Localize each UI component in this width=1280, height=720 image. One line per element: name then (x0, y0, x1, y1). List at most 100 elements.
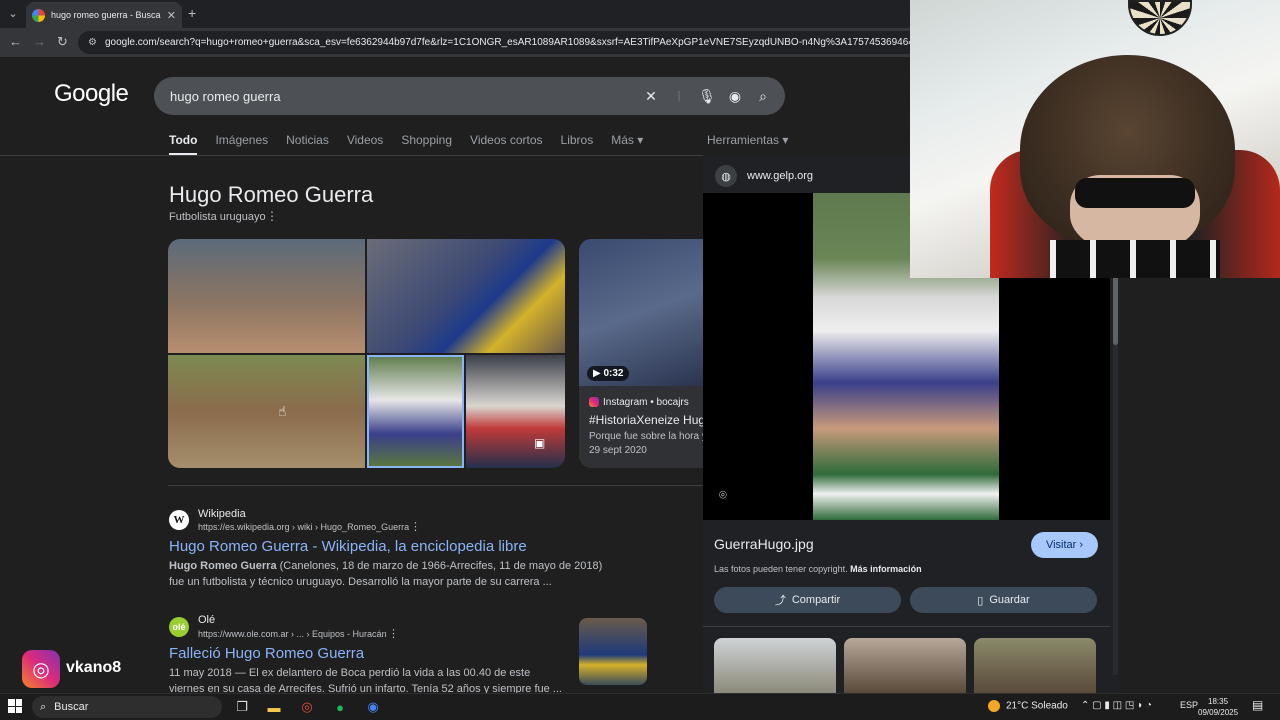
instagram-icon (589, 397, 599, 408)
clock[interactable]: 18:35 09/09/2025 (1198, 696, 1238, 718)
result-title[interactable]: Falleció Hugo Romeo Guerra (169, 645, 364, 662)
obs-icon[interactable]: ◎ (297, 697, 317, 717)
more-info-link[interactable]: Más información (850, 564, 922, 574)
divider: | (677, 90, 681, 102)
tab-more[interactable]: Más ▾ (611, 133, 643, 156)
video-title[interactable]: #HistoriaXeneize Hugo R (589, 413, 703, 427)
search-query[interactable]: hugo romeo guerra (170, 89, 637, 104)
result-url[interactable]: https://www.ole.com.ar › ... › Equipos -… (198, 629, 387, 639)
sunglasses (1075, 178, 1195, 208)
search-tabs: Todo Imágenes Noticias Videos Shopping V… (169, 133, 661, 156)
mic-icon[interactable]: 🎙 (693, 88, 721, 105)
video-thumbnail[interactable] (579, 239, 703, 386)
search-icon[interactable]: ⌕ (749, 88, 777, 105)
copyright-text: Las fotos pueden tener copyright. (714, 564, 848, 574)
search-box[interactable]: hugo romeo guerra ✕ | 🎙 ◉ ⌕ (154, 77, 785, 115)
tab-videos[interactable]: Videos (347, 133, 383, 156)
notifications-icon[interactable]: ▤ (1252, 698, 1263, 712)
windows-start-icon[interactable] (8, 699, 22, 713)
result-site[interactable]: Olé (198, 614, 215, 626)
save-button[interactable]: ▯ Guardar (910, 587, 1097, 613)
visit-button[interactable]: Visitar › (1031, 532, 1098, 558)
tab-todo[interactable]: Todo (169, 133, 198, 156)
browser-tab[interactable]: hugo romeo guerra - Buscar co ✕ (26, 2, 182, 28)
streamer-handle: vkano8 (66, 659, 122, 676)
entity-subtitle: Futbolista uruguayo (169, 211, 266, 223)
result-menu-icon[interactable]: ⋮ (410, 520, 421, 533)
clear-icon[interactable]: ✕ (637, 88, 665, 105)
video-source: Instagram • bocajrs (589, 397, 689, 408)
streamer-shirt (1050, 240, 1220, 278)
tab-shopping[interactable]: Shopping (401, 133, 452, 156)
tab-images[interactable]: Imágenes (215, 133, 268, 156)
entity-image-2[interactable] (367, 239, 565, 353)
preview-copyright: Las fotos pueden tener copyright. Más in… (714, 564, 922, 574)
save-label: Guardar (989, 594, 1030, 606)
google-logo[interactable]: Google (54, 80, 129, 108)
more-options-icon[interactable]: ⋮ (266, 209, 278, 223)
forward-icon[interactable]: → (33, 34, 46, 49)
task-view-icon[interactable]: ❐ (232, 697, 252, 717)
ole-favicon-icon: olé (169, 617, 189, 637)
related-image-3[interactable] (974, 638, 1096, 693)
camera-icon[interactable]: ◉ (721, 88, 749, 105)
preview-site-label: www.gelp.org (747, 170, 814, 182)
spotify-icon[interactable]: ● (330, 697, 350, 717)
dartboard (1128, 0, 1192, 36)
mouse-cursor-icon: ☝ (278, 403, 287, 419)
search-icon: ⌕ (40, 700, 47, 713)
entity-image-3[interactable] (168, 355, 365, 468)
back-icon[interactable]: ← (9, 34, 22, 49)
close-tab-icon[interactable]: ✕ (167, 9, 176, 22)
address-url: google.com/search?q=hugo+romeo+guerra&sc… (104, 37, 978, 48)
instagram-logo-icon: ◎ (22, 650, 60, 688)
screen: ⌄ hugo romeo guerra - Buscar co ✕ + ← → … (0, 0, 1280, 720)
taskbar-search[interactable]: ⌕ Buscar (32, 696, 222, 718)
windows-taskbar: ⌕ Buscar ❐ ▬ ◎ ● ◉ 21°C Soleado ⌃ ▢ ▮ ◫ … (0, 693, 1280, 720)
result-menu-icon[interactable]: ⋮ (388, 627, 399, 640)
chrome-icon[interactable]: ◉ (363, 697, 383, 717)
language-indicator[interactable]: ESP (1180, 700, 1198, 710)
address-bar[interactable]: ⚙ google.com/search?q=hugo+romeo+guerra&… (78, 31, 978, 54)
result-url[interactable]: https://es.wikipedia.org › wiki › Hugo_R… (198, 522, 409, 532)
image-mosaic (168, 239, 565, 468)
preview-divider (703, 626, 1110, 627)
lens-icon[interactable]: ⌾ (719, 487, 727, 503)
system-tray-icons[interactable]: ⌃ ▢ ▮ ◫ ◳ ◗ ◔ (1081, 700, 1152, 711)
taskbar-search-label: Buscar (54, 701, 89, 713)
related-image-2[interactable] (844, 638, 966, 693)
tab-books[interactable]: Libros (561, 133, 594, 156)
result-snippet-bold: Hugo Romeo Guerra (169, 560, 277, 572)
result-thumbnail[interactable] (579, 618, 647, 685)
result-snippet: Hugo Romeo Guerra (Canelones, 18 de marz… (169, 558, 619, 590)
new-tab-icon[interactable]: + (188, 5, 196, 21)
entity-image-1[interactable] (168, 239, 365, 353)
file-explorer-icon[interactable]: ▬ (264, 697, 284, 717)
entity-title: Hugo Romeo Guerra (169, 182, 374, 207)
video-card[interactable]: ▶ 0:32 Instagram • bocajrs #HistoriaXene… (579, 239, 703, 468)
preview-file-name: GuerraHugo.jpg (714, 536, 814, 552)
video-duration: ▶ 0:32 (587, 366, 630, 381)
reload-icon[interactable]: ↻ (57, 34, 68, 50)
weather-widget[interactable]: 21°C Soleado (988, 700, 1068, 712)
video-description: Porque fue sobre la hora y si (589, 431, 703, 442)
clock-date: 09/09/2025 (1198, 708, 1239, 717)
tab-search-icon[interactable]: ⌄ (4, 4, 22, 22)
related-image-1[interactable] (714, 638, 836, 693)
result-site[interactable]: Wikipedia (198, 508, 246, 520)
share-button[interactable]: ⤴ Compartir (714, 587, 901, 613)
video-source-label: Instagram • bocajrs (603, 397, 689, 408)
share-label: Compartir (791, 594, 841, 606)
image-gallery-icon[interactable]: ▣ (534, 436, 545, 450)
globe-icon: ◍ (715, 165, 737, 187)
tools-button[interactable]: Herramientas ▾ (707, 133, 788, 147)
tab-short-videos[interactable]: Videos cortos (470, 133, 543, 156)
clock-time: 18:35 (1208, 697, 1229, 706)
preview-site[interactable]: ◍ www.gelp.org (715, 165, 813, 187)
entity-image-5[interactable] (466, 355, 565, 468)
bookmark-icon: ▯ (977, 594, 984, 607)
site-info-icon[interactable]: ⚙ (88, 37, 97, 48)
tab-news[interactable]: Noticias (286, 133, 329, 156)
result-title[interactable]: Hugo Romeo Guerra - Wikipedia, la encicl… (169, 538, 527, 555)
entity-image-4-selected[interactable] (367, 355, 464, 468)
